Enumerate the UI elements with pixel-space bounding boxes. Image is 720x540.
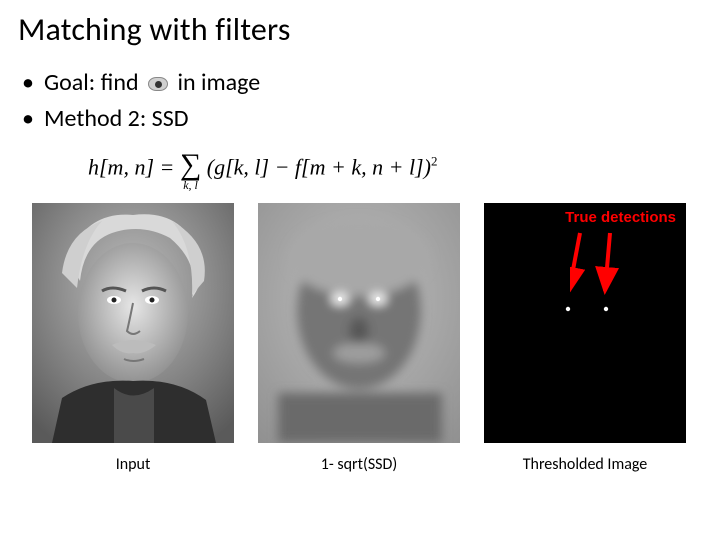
threshold-caption: Thresholded Image xyxy=(523,455,648,474)
formula-lhs: h[m, n] = xyxy=(88,154,180,179)
arrow-icon xyxy=(570,231,640,303)
bullet-method: Method 2: SSD xyxy=(22,103,720,135)
input-caption: Input xyxy=(116,455,151,474)
bullet-list: Goal: find in image Method 2: SSD xyxy=(22,67,720,136)
formula-body: (g[k, l] − f[m + k, n + l]) xyxy=(207,154,431,179)
threshold-image: True detections xyxy=(484,203,686,443)
panel-input: Input xyxy=(32,203,234,474)
input-image xyxy=(32,203,234,443)
panel-ssd: 1- sqrt(SSD) xyxy=(258,203,460,474)
goal-text-post: in image xyxy=(177,68,260,97)
bullet-goal: Goal: find in image xyxy=(22,67,720,99)
ssd-image xyxy=(258,203,460,443)
ssd-caption: 1- sqrt(SSD) xyxy=(321,455,397,474)
goal-text-pre: Goal: find xyxy=(44,68,139,97)
slide-root: Matching with filters Goal: find in imag… xyxy=(0,0,720,540)
slide-title: Matching with filters xyxy=(18,10,720,49)
formula: h[m, n] = ∑ k, l (g[k, l] − f[m + k, n +… xyxy=(88,146,720,193)
panel-threshold: True detections Thresholded Image xyxy=(484,203,686,474)
panels-row: Input xyxy=(32,203,720,474)
formula-exp: 2 xyxy=(431,153,438,168)
eye-icon xyxy=(148,77,168,91)
formula-sigma: ∑ k, l xyxy=(180,146,201,193)
true-detections-label: True detections xyxy=(565,209,676,226)
